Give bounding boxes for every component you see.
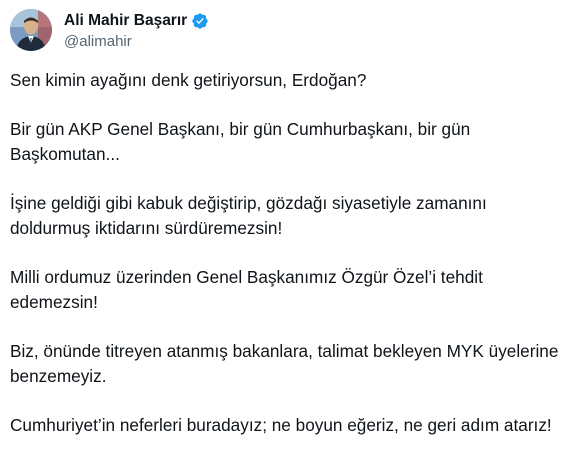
text-line: Bir gün AKP Genel Başkanı, bir gün Cumhu… — [10, 119, 471, 139]
tweet-paragraph: Cumhuriyet’in neferleri buradayız; ne bo… — [10, 413, 576, 438]
text-line: benzemeyiz. — [10, 366, 107, 386]
tweet-paragraph: Bir gün AKP Genel Başkanı, bir gün Cumhu… — [10, 117, 576, 167]
tweet-text: Sen kimin ayağını denk getiriyorsun, Erd… — [10, 68, 576, 462]
avatar-image — [10, 9, 52, 51]
verified-badge-icon — [191, 12, 209, 30]
text-line: Milli ordumuz üzerinden Genel Başkanımız… — [10, 267, 483, 287]
tweet-paragraph: Sen kimin ayağını denk getiriyorsun, Erd… — [10, 68, 576, 93]
text-line: doldurmuş iktidarını sürdüremezsin! — [10, 218, 283, 238]
text-line: Biz, önünde titreyen atanmış bakanlara, … — [10, 341, 559, 361]
tweet-header: Ali Mahir Başarır @alimahir — [10, 6, 209, 54]
tweet-card: Ali Mahir Başarır @alimahir Sen kimin ay… — [0, 0, 582, 435]
author-handle[interactable]: @alimahir — [64, 33, 209, 50]
tweet-paragraph: İşine geldiği gibi kabuk değiştirip, göz… — [10, 191, 576, 241]
tweet-paragraph: Biz, önünde titreyen atanmış bakanlara, … — [10, 339, 576, 389]
text-line: İşine geldiği gibi kabuk değiştirip, göz… — [10, 193, 487, 213]
text-line: Sen kimin ayağını denk getiriyorsun, Erd… — [10, 70, 367, 90]
author-identity: Ali Mahir Başarır @alimahir — [64, 11, 209, 50]
author-display-name[interactable]: Ali Mahir Başarır — [64, 12, 187, 30]
text-line: edemezsin! — [10, 292, 98, 312]
name-row: Ali Mahir Başarır — [64, 11, 209, 31]
avatar[interactable] — [10, 9, 52, 51]
text-line: Cumhuriyet’in neferleri buradayız; ne bo… — [10, 415, 552, 435]
text-line: Başkomutan... — [10, 144, 120, 164]
tweet-paragraph: Milli ordumuz üzerinden Genel Başkanımız… — [10, 265, 576, 315]
